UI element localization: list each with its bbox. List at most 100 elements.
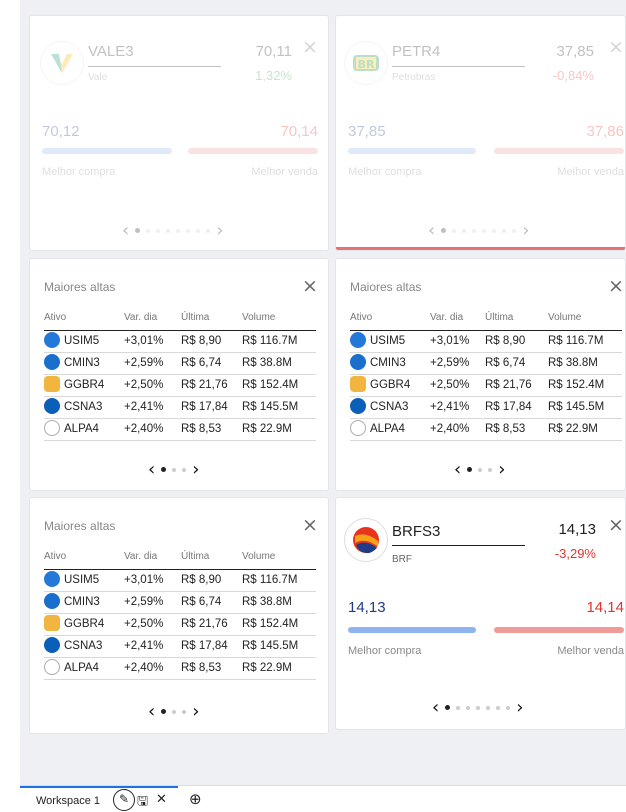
quote-card-petr4[interactable]: BR PETR4 Petrobras 37,85 -0,84% × 37,85 … <box>335 15 626 251</box>
table-row[interactable]: CMIN3 +2,59% R$ 6,74 R$ 38.8M <box>44 352 316 375</box>
widget-title: Maiores altas <box>350 280 422 294</box>
carousel-pager: ‹ › <box>148 701 199 722</box>
last-price: 14,13 <box>558 521 596 538</box>
page-dot[interactable] <box>506 705 511 710</box>
page-dot[interactable] <box>161 467 167 472</box>
carousel-pager: ‹ › <box>454 459 505 480</box>
app-window: VALE3 Vale 70,11 1,32% × 70,12 70,14 Mel… <box>0 0 626 812</box>
volume: R$ 145.5M <box>548 396 622 419</box>
chevron-left-icon[interactable]: ‹ <box>122 220 129 241</box>
gerdau-icon <box>44 615 60 631</box>
save-icon[interactable]: 🖫 <box>137 792 148 812</box>
table-row[interactable]: CMIN3 +2,59% R$ 6,74 R$ 38.8M <box>350 352 622 375</box>
chevron-right-icon[interactable]: › <box>192 459 199 480</box>
page-dot[interactable] <box>502 228 507 233</box>
close-icon[interactable]: × <box>608 516 624 535</box>
chevron-right-icon[interactable]: › <box>216 220 223 241</box>
chevron-left-icon[interactable]: ‹ <box>454 459 461 480</box>
last-price: R$ 8,53 <box>181 657 242 680</box>
page-dot[interactable] <box>146 228 151 233</box>
gainers-widget: Maiores altas × Ativo Var. dia Última Vo… <box>335 258 626 491</box>
table-row[interactable]: CMIN3 +2,59% R$ 6,74 R$ 38.8M <box>44 591 316 614</box>
page-dot[interactable] <box>456 705 461 710</box>
page-dot[interactable] <box>492 228 497 233</box>
page-dot[interactable] <box>172 467 177 472</box>
workspace-tab-label: Workspace 1 <box>36 794 100 807</box>
table-row[interactable]: ALPA4 +2,40% R$ 8,53 R$ 22.9M <box>44 657 316 680</box>
page-dot[interactable] <box>466 705 471 710</box>
last-price: R$ 8,53 <box>181 418 242 441</box>
page-dot[interactable] <box>452 228 457 233</box>
table-row[interactable]: ALPA4 +2,40% R$ 8,53 R$ 22.9M <box>44 418 316 441</box>
page-dot[interactable] <box>472 228 477 233</box>
table-row[interactable]: CSNA3 +2,41% R$ 17,84 R$ 145.5M <box>44 396 316 419</box>
gainers-table: Ativo Var. dia Última Volume USIM5 +3,01%… <box>44 306 316 441</box>
page-dot[interactable] <box>482 228 487 233</box>
table-header-row: Ativo Var. dia Última Volume <box>44 545 316 570</box>
page-dot[interactable] <box>161 709 167 714</box>
close-icon[interactable]: × <box>302 516 318 535</box>
best-ask-label: Melhor venda <box>557 645 624 657</box>
dashboard-area: VALE3 Vale 70,11 1,32% × 70,12 70,14 Mel… <box>20 0 626 785</box>
page-dot[interactable] <box>172 709 177 714</box>
page-dot[interactable] <box>478 467 483 472</box>
table-row[interactable]: GGBR4 +2,50% R$ 21,76 R$ 152.4M <box>44 613 316 636</box>
close-icon[interactable]: ✕ <box>156 792 167 807</box>
close-icon[interactable]: × <box>302 38 318 57</box>
page-dot[interactable] <box>441 228 447 233</box>
asset-cell: GGBR4 <box>44 613 124 636</box>
add-workspace-icon[interactable]: ⊕ <box>189 790 202 808</box>
page-dot[interactable] <box>206 228 211 233</box>
page-dot[interactable] <box>462 228 467 233</box>
table-row[interactable]: CSNA3 +2,41% R$ 17,84 R$ 145.5M <box>350 396 622 419</box>
chevron-right-icon[interactable]: › <box>192 701 199 722</box>
table-row[interactable]: USIM5 +3,01% R$ 8,90 R$ 116.7M <box>44 569 316 592</box>
page-dot[interactable] <box>512 228 517 233</box>
csn-icon <box>44 398 60 414</box>
page-dot[interactable] <box>496 705 501 710</box>
bid-bar <box>348 148 476 154</box>
page-dot[interactable] <box>445 705 451 710</box>
chevron-right-icon[interactable]: › <box>498 459 505 480</box>
day-change: +2,59% <box>124 591 181 614</box>
page-dot[interactable] <box>156 228 161 233</box>
chevron-left-icon[interactable]: ‹ <box>428 220 435 241</box>
asset-ticker: CSNA3 <box>64 401 103 414</box>
page-dot[interactable] <box>182 709 187 714</box>
page-dot[interactable] <box>182 467 187 472</box>
page-dot[interactable] <box>166 228 171 233</box>
page-dot[interactable] <box>196 228 201 233</box>
last-price: R$ 17,84 <box>181 396 242 419</box>
page-dot[interactable] <box>467 467 473 472</box>
close-icon[interactable]: × <box>608 277 624 296</box>
chevron-left-icon[interactable]: ‹ <box>148 459 155 480</box>
chevron-right-icon[interactable]: › <box>522 220 529 241</box>
page-dot[interactable] <box>135 228 141 233</box>
chevron-left-icon[interactable]: ‹ <box>432 697 439 718</box>
quote-card-vale3[interactable]: VALE3 Vale 70,11 1,32% × 70,12 70,14 Mel… <box>29 15 329 251</box>
day-change: -0,84% <box>552 68 594 83</box>
close-icon[interactable]: × <box>302 277 318 296</box>
tab-workspace-1[interactable]: Workspace 1 <box>20 786 178 812</box>
page-dot[interactable] <box>486 705 491 710</box>
table-row[interactable]: GGBR4 +2,50% R$ 21,76 R$ 152.4M <box>44 374 316 397</box>
quote-card-brfs3[interactable]: BRFS3 BRF 14,13 -3,29% × 14,13 14,14 Mel… <box>335 497 626 730</box>
table-row[interactable]: CSNA3 +2,41% R$ 17,84 R$ 145.5M <box>44 635 316 658</box>
close-icon[interactable]: × <box>608 38 624 57</box>
page-dot[interactable] <box>176 228 181 233</box>
chevron-left-icon[interactable]: ‹ <box>148 701 155 722</box>
table-row[interactable]: ALPA4 +2,40% R$ 8,53 R$ 22.9M <box>350 418 622 441</box>
page-dot[interactable] <box>186 228 191 233</box>
table-row[interactable]: GGBR4 +2,50% R$ 21,76 R$ 152.4M <box>350 374 622 397</box>
table-row[interactable]: USIM5 +3,01% R$ 8,90 R$ 116.7M <box>350 330 622 353</box>
chevron-right-icon[interactable]: › <box>516 697 523 718</box>
page-dot[interactable] <box>476 705 481 710</box>
day-change: +2,41% <box>124 635 181 658</box>
volume: R$ 116.7M <box>548 330 622 353</box>
best-ask-value: 14,14 <box>586 599 624 616</box>
day-change: 1,32% <box>255 68 292 83</box>
page-dot[interactable] <box>488 467 493 472</box>
table-row[interactable]: USIM5 +3,01% R$ 8,90 R$ 116.7M <box>44 330 316 353</box>
last-price: R$ 8,90 <box>485 330 548 353</box>
edit-icon[interactable]: ✎ <box>113 789 135 811</box>
